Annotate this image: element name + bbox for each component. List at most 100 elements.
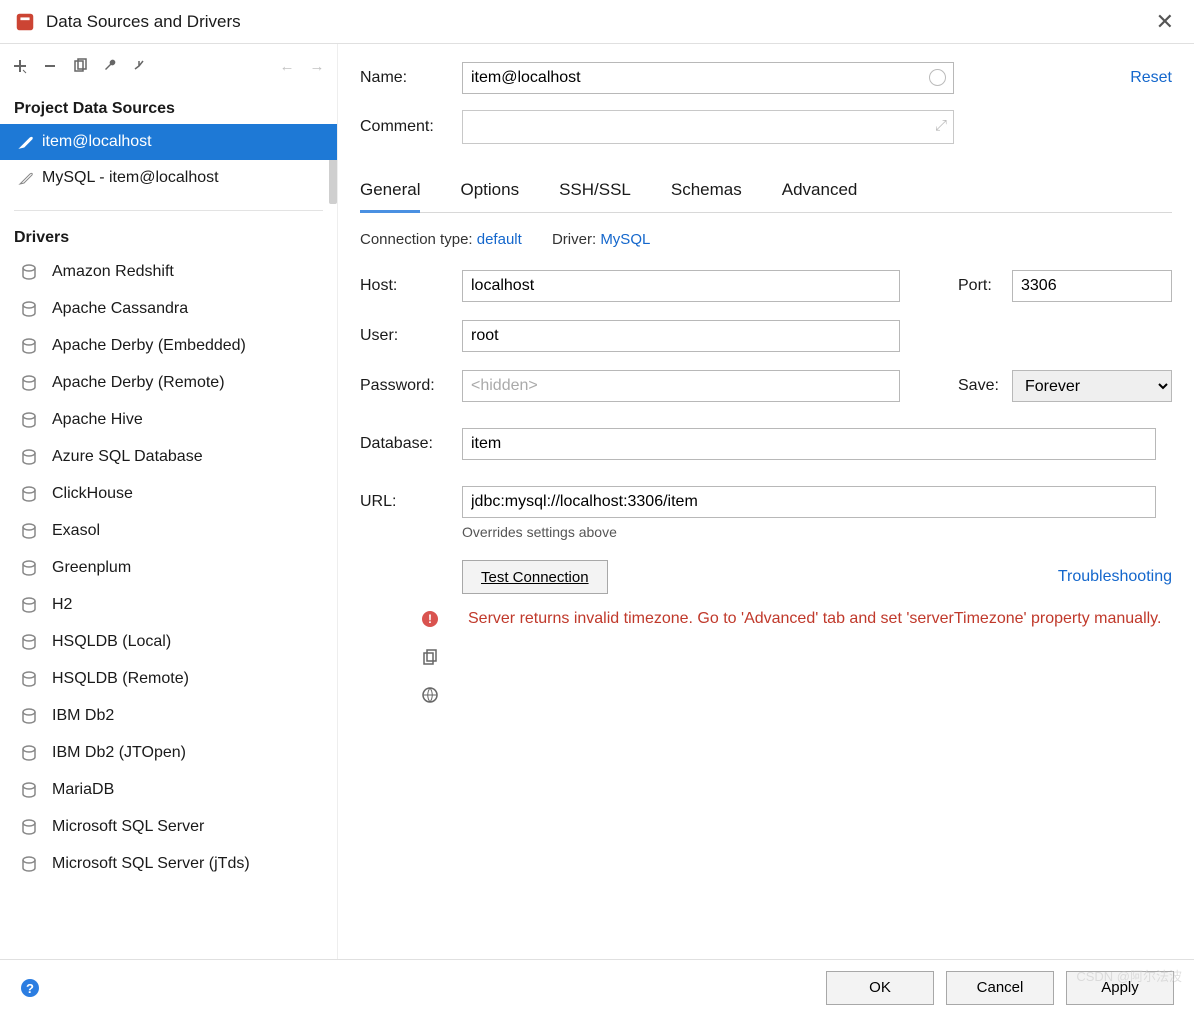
driver-icon — [18, 372, 40, 394]
globe-icon[interactable] — [421, 686, 439, 708]
save-select[interactable]: Forever — [1012, 370, 1172, 402]
drivers-list: Amazon Redshift Apache Cassandra Apache De… — [0, 253, 337, 959]
driver-label: Azure SQL Database — [52, 448, 203, 466]
database-label: Database: — [360, 435, 462, 453]
watermark: CSDN @阿尔法波 — [1076, 966, 1182, 985]
driver-item[interactable]: ClickHouse — [0, 475, 337, 512]
help-icon[interactable]: ? — [20, 978, 40, 998]
driver-item[interactable]: H2 — [0, 586, 337, 623]
revert-icon[interactable] — [130, 56, 150, 76]
copy-icon[interactable] — [70, 56, 90, 76]
tab-advanced[interactable]: Advanced — [782, 170, 858, 212]
url-label: URL: — [360, 493, 462, 511]
driver-icon — [18, 483, 40, 505]
save-label: Save: — [958, 377, 1012, 395]
driver-item[interactable]: Apache Hive — [0, 401, 337, 438]
svg-text:?: ? — [26, 981, 34, 996]
driver-item[interactable]: IBM Db2 — [0, 697, 337, 734]
driver-icon — [18, 853, 40, 875]
port-input[interactable] — [1012, 270, 1172, 302]
forward-icon[interactable]: → — [307, 56, 327, 76]
close-icon[interactable]: ✕ — [1150, 9, 1180, 35]
test-connection-button[interactable]: Test Connection — [462, 560, 608, 594]
driver-label: Amazon Redshift — [52, 263, 174, 281]
driver-label: Apache Derby (Embedded) — [52, 337, 246, 355]
driver-item[interactable]: Amazon Redshift — [0, 253, 337, 290]
driver-item[interactable]: Azure SQL Database — [0, 438, 337, 475]
driver-label: HSQLDB (Remote) — [52, 670, 189, 688]
driver-label: Microsoft SQL Server — [52, 818, 204, 836]
driver-icon — [18, 409, 40, 431]
driver-icon — [18, 742, 40, 764]
datasource-item[interactable]: MySQL - item@localhost — [0, 160, 337, 196]
copy-icon[interactable] — [421, 648, 439, 670]
driver-item[interactable]: Apache Derby (Embedded) — [0, 327, 337, 364]
window-title: Data Sources and Drivers — [46, 12, 241, 32]
section-drivers: Drivers — [0, 217, 337, 253]
driver-icon — [18, 261, 40, 283]
sidebar: ← → Project Data Sources item@localhost … — [0, 44, 338, 959]
driver-item[interactable]: IBM Db2 (JTOpen) — [0, 734, 337, 771]
name-input[interactable] — [462, 62, 954, 94]
back-icon[interactable]: ← — [277, 56, 297, 76]
url-input[interactable] — [462, 486, 1156, 518]
tab-general[interactable]: General — [360, 170, 420, 213]
tab-schemas[interactable]: Schemas — [671, 170, 742, 212]
troubleshooting-link[interactable]: Troubleshooting — [1058, 568, 1172, 586]
driver-item[interactable]: Greenplum — [0, 549, 337, 586]
app-icon — [14, 11, 36, 33]
user-label: User: — [360, 327, 462, 345]
add-icon[interactable] — [10, 56, 30, 76]
url-note: Overrides settings above — [462, 524, 1172, 540]
driver-icon — [18, 298, 40, 320]
remove-icon[interactable] — [40, 56, 60, 76]
titlebar: Data Sources and Drivers ✕ — [0, 0, 1194, 44]
divider — [14, 210, 323, 211]
reset-link[interactable]: Reset — [1130, 69, 1172, 87]
driver-item[interactable]: HSQLDB (Local) — [0, 623, 337, 660]
password-input[interactable] — [462, 370, 900, 402]
driver-label: Apache Derby (Remote) — [52, 374, 225, 392]
tabs: General Options SSH/SSL Schemas Advanced — [360, 170, 1172, 213]
driver-value[interactable]: MySQL — [600, 231, 650, 248]
expand-icon[interactable]: ⤢ — [935, 117, 947, 134]
driver-label: IBM Db2 (JTOpen) — [52, 744, 186, 762]
cancel-button[interactable]: Cancel — [946, 971, 1054, 1005]
conn-type-value[interactable]: default — [477, 231, 522, 248]
user-input[interactable] — [462, 320, 900, 352]
driver-item[interactable]: Microsoft SQL Server — [0, 808, 337, 845]
driver-icon — [18, 594, 40, 616]
driver-label: HSQLDB (Local) — [52, 633, 171, 651]
feather-icon — [18, 134, 34, 150]
driver-icon — [18, 446, 40, 468]
driver-item[interactable]: Apache Cassandra — [0, 290, 337, 327]
comment-label: Comment: — [360, 118, 462, 136]
driver-icon — [18, 816, 40, 838]
driver-item[interactable]: HSQLDB (Remote) — [0, 660, 337, 697]
host-input[interactable] — [462, 270, 900, 302]
ok-button[interactable]: OK — [826, 971, 934, 1005]
driver-label: Greenplum — [52, 559, 131, 577]
driver-item[interactable]: MariaDB — [0, 771, 337, 808]
footer: ? OK Cancel Apply — [0, 959, 1194, 1015]
driver-icon — [18, 520, 40, 542]
comment-input[interactable]: ⤢ — [462, 110, 954, 144]
color-ring-icon[interactable] — [929, 69, 946, 86]
driver-label: Microsoft SQL Server (jTds) — [52, 855, 250, 873]
driver-item[interactable]: Microsoft SQL Server (jTds) — [0, 845, 337, 882]
tab-ssh-ssl[interactable]: SSH/SSL — [559, 170, 631, 212]
driver-label: ClickHouse — [52, 485, 133, 503]
database-input[interactable] — [462, 428, 1156, 460]
driver-item[interactable]: Exasol — [0, 512, 337, 549]
error-message: Server returns invalid timezone. Go to '… — [468, 608, 1161, 708]
driver-item[interactable]: Apache Derby (Remote) — [0, 364, 337, 401]
password-label: Password: — [360, 377, 462, 395]
tab-options[interactable]: Options — [460, 170, 519, 212]
driver-label: IBM Db2 — [52, 707, 114, 725]
feather-icon — [18, 170, 34, 186]
section-project-data-sources: Project Data Sources — [0, 88, 337, 124]
datasource-item[interactable]: item@localhost — [0, 124, 337, 160]
driver-label: Apache Hive — [52, 411, 143, 429]
main-panel: Name: Reset Comment: ⤢ General Options S… — [338, 44, 1194, 959]
wrench-icon[interactable] — [100, 56, 120, 76]
